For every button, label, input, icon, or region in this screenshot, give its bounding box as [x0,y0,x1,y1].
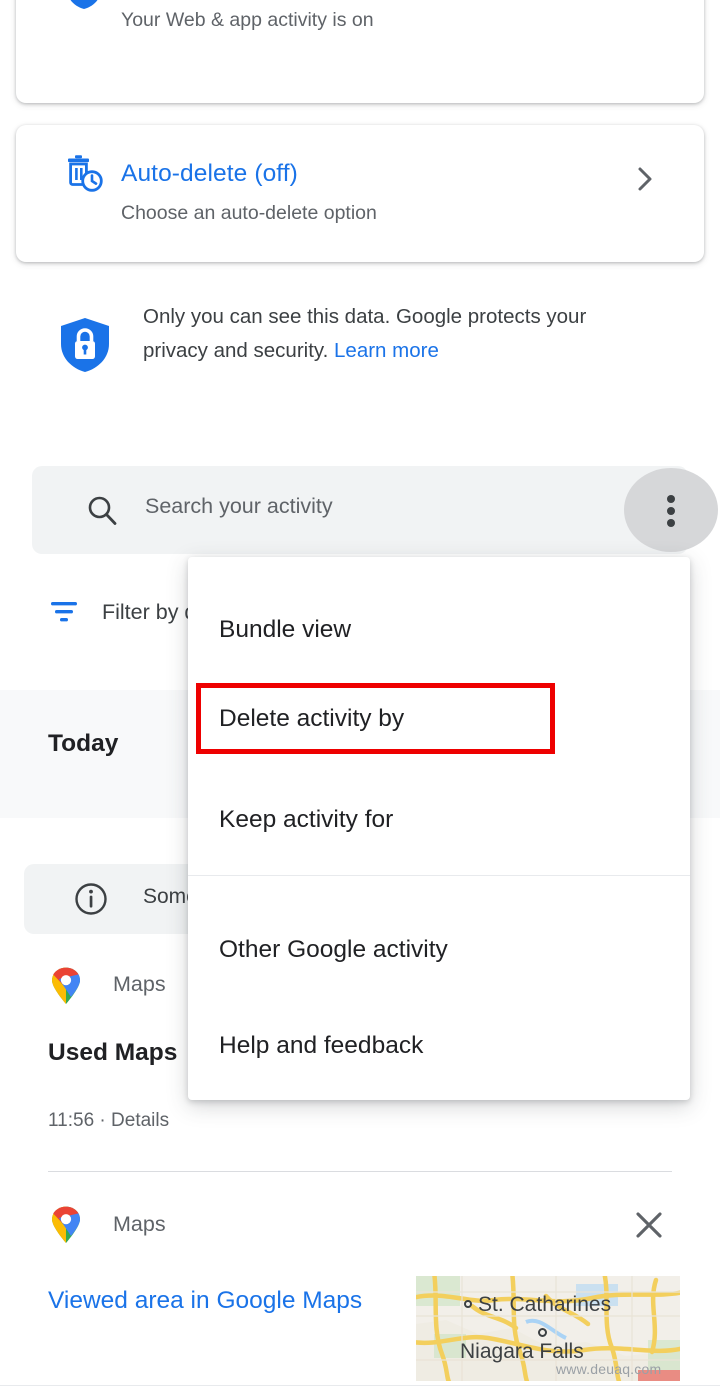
auto-delete-title: Auto-delete (off) [121,160,298,187]
close-icon[interactable] [632,1208,666,1242]
auto-delete-card[interactable]: Auto-delete (off) Choose an auto-delete … [16,125,704,262]
menu-item-delete-activity-by[interactable]: Delete activity by [219,705,404,733]
map-marker-dot [538,1328,547,1337]
activity-time: 11:56 [48,1110,95,1131]
meta-separator: · [99,1110,106,1131]
overflow-menu: Bundle view Keep activity for Other Goog… [188,557,690,1100]
activity-title[interactable]: Viewed area in Google Maps [48,1280,378,1321]
auto-delete-subtitle: Choose an auto-delete option [121,202,377,224]
menu-item-help-and-feedback[interactable]: Help and feedback [188,1013,690,1079]
privacy-notice-text: Only you can see this data. Google prote… [143,300,643,368]
activity-app-name: Maps [113,1212,166,1236]
saving-activity-card[interactable]: Saving activity Your Web & app activity … [16,0,704,103]
info-icon [74,882,108,916]
activity-divider [48,1171,672,1172]
search-input[interactable]: Search your activity [145,494,333,519]
kebab-dot [667,507,675,515]
learn-more-link[interactable]: Learn more [334,339,439,362]
menu-item-other-google-activity[interactable]: Other Google activity [188,917,690,983]
activity-page: Saving activity Your Web & app activity … [0,0,720,1388]
menu-divider [188,875,690,876]
activity-title[interactable]: Used Maps [48,1039,177,1067]
menu-item-keep-activity-for[interactable]: Keep activity for [188,787,690,853]
activity-details-link[interactable]: Details [111,1110,169,1131]
chevron-right-icon[interactable] [632,166,658,192]
today-label: Today [48,730,119,757]
search-bar[interactable]: Search your activity [32,466,718,554]
more-vert-icon[interactable] [624,468,718,552]
saving-activity-subtitle: Your Web & app activity is on [121,9,374,31]
kebab-dot [667,519,675,527]
search-icon [86,494,118,526]
menu-item-bundle-view[interactable]: Bundle view [188,597,690,663]
activity-meta: 11:56 · Details [48,1110,169,1132]
google-maps-pin-icon [50,1206,82,1244]
watermark: www.deuaq.com [556,1361,662,1377]
auto-delete-icon [62,152,106,196]
shield-check-icon [62,0,106,11]
page-bottom-divider [0,1385,720,1386]
google-maps-pin-icon [50,967,82,1005]
kebab-dot [667,495,675,503]
filter-icon [48,598,80,626]
shield-lock-icon [57,316,113,374]
activity-app-name: Maps [113,972,166,996]
map-marker-dot [464,1300,472,1308]
map-label-st-catharines: St. Catharines [478,1293,612,1316]
